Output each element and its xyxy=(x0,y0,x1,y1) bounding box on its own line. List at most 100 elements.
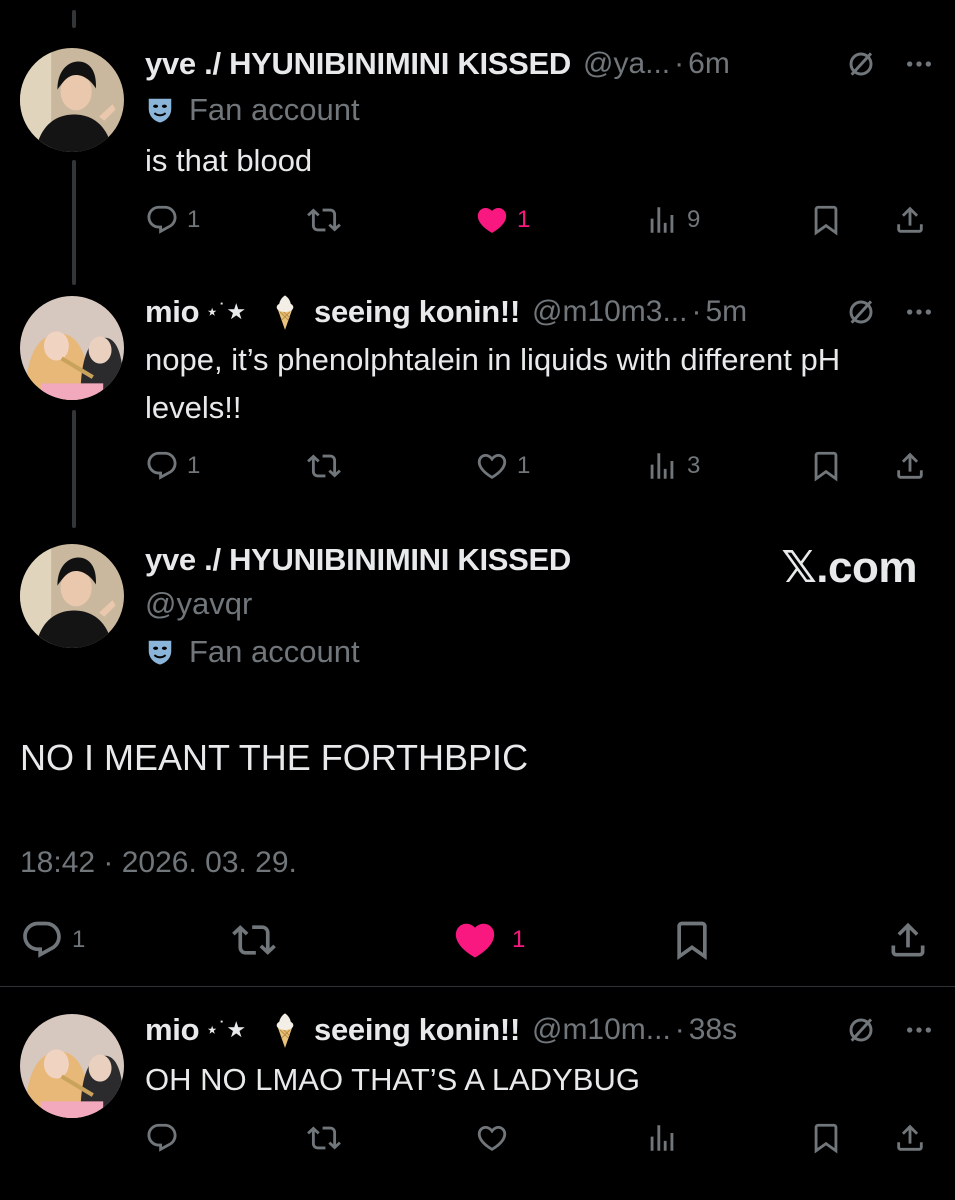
handle[interactable]: @yavqr xyxy=(145,586,252,622)
views-button[interactable]: 3 xyxy=(645,444,700,488)
display-name[interactable]: mio xyxy=(145,1012,200,1048)
views-icon xyxy=(645,203,679,237)
grok-icon[interactable] xyxy=(845,296,877,328)
separator: · xyxy=(674,47,685,80)
x-watermark: 𝕏.com xyxy=(781,543,917,592)
fan-account-label: Fan account xyxy=(145,92,360,128)
separator: · xyxy=(674,1013,685,1046)
share-icon xyxy=(893,449,927,483)
repost-icon xyxy=(307,1121,341,1155)
ice-cream-icon xyxy=(270,1011,300,1049)
more-icon[interactable] xyxy=(903,296,935,328)
share-icon xyxy=(886,918,930,962)
reply-icon xyxy=(20,918,64,962)
action-bar: 1 1 xyxy=(20,918,935,962)
bookmark-button[interactable] xyxy=(809,198,843,242)
main-post: yve ./ HYUNIBINIMINI KISSED @yavqr Fan a… xyxy=(0,540,955,985)
bookmark-icon xyxy=(809,449,843,483)
bookmark-button[interactable] xyxy=(670,918,714,962)
like-count: 1 xyxy=(517,206,531,233)
bookmark-icon xyxy=(670,918,714,962)
post-time[interactable]: 38s xyxy=(689,1013,737,1047)
handle[interactable]: @ya... xyxy=(583,47,670,81)
like-button[interactable] xyxy=(475,1116,509,1160)
fan-account-text: Fan account xyxy=(189,92,360,127)
heart-icon xyxy=(452,917,498,963)
post-header: yve ./ HYUNIBINIMINI KISSED xyxy=(145,540,571,580)
reply-post-3[interactable]: mio ⋆˙★ seeing konin!! @m10m... · 38s OH… xyxy=(0,1010,955,1190)
reply-button[interactable]: 1 xyxy=(20,918,85,962)
repost-button[interactable] xyxy=(307,198,341,242)
handle[interactable]: @m10m... xyxy=(532,1013,671,1047)
action-bar: 1 1 3 xyxy=(145,444,935,488)
like-count: 1 xyxy=(517,452,531,479)
post-time[interactable]: 5m xyxy=(705,295,747,329)
handle[interactable]: @m10m3... xyxy=(532,295,688,329)
like-button[interactable]: 1 xyxy=(452,918,525,962)
reply-count: 1 xyxy=(187,452,201,479)
ice-cream-icon xyxy=(270,293,300,331)
fan-account-label: Fan account xyxy=(145,634,360,670)
reply-count: 1 xyxy=(187,206,201,233)
post-header: yve ./ HYUNIBINIMINI KISSED @ya... · 6m xyxy=(145,44,935,84)
display-name[interactable]: yve ./ HYUNIBINIMINI KISSED xyxy=(145,46,571,82)
avatar[interactable] xyxy=(20,48,124,152)
reply-button[interactable]: 1 xyxy=(145,198,200,242)
display-name[interactable]: mio xyxy=(145,294,200,330)
grok-icon[interactable] xyxy=(845,1014,877,1046)
share-icon xyxy=(893,1121,927,1155)
repost-icon xyxy=(232,918,276,962)
repost-button[interactable] xyxy=(307,444,341,488)
reply-icon xyxy=(145,1121,179,1155)
grok-icon[interactable] xyxy=(845,48,877,80)
share-button[interactable] xyxy=(886,918,930,962)
share-icon xyxy=(893,203,927,237)
like-count: 1 xyxy=(512,926,526,953)
repost-icon xyxy=(307,449,341,483)
post-text: OH NO LMAO THAT’S A LADYBUG xyxy=(145,1062,640,1097)
post-time[interactable]: 6m xyxy=(688,47,730,81)
heart-icon xyxy=(475,1121,509,1155)
repost-button[interactable] xyxy=(307,1116,341,1160)
post-header: mio ⋆˙★ seeing konin!! @m10m... · 38s xyxy=(145,1010,935,1050)
like-button[interactable]: 1 xyxy=(475,444,530,488)
views-button[interactable]: 9 xyxy=(645,198,700,242)
reply-post-1[interactable]: yve ./ HYUNIBINIMINI KISSED @ya... · 6m … xyxy=(0,44,955,264)
avatar[interactable] xyxy=(20,1014,124,1118)
reply-post-2[interactable]: mio ⋆˙★ seeing konin!! @m10m3... · 5m no… xyxy=(0,292,955,517)
reply-button[interactable]: 1 xyxy=(145,444,200,488)
display-name-suffix[interactable]: seeing konin!! xyxy=(314,294,520,330)
views-icon xyxy=(645,1121,679,1155)
heart-icon xyxy=(475,449,509,483)
bookmark-button[interactable] xyxy=(809,1116,843,1160)
bookmark-button[interactable] xyxy=(809,444,843,488)
bookmark-icon xyxy=(809,1121,843,1155)
reply-button[interactable] xyxy=(145,1116,179,1160)
display-name[interactable]: yve ./ HYUNIBINIMINI KISSED xyxy=(145,542,571,578)
more-icon[interactable] xyxy=(903,48,935,80)
sparkle-emoji: ⋆˙★ xyxy=(205,299,247,324)
reply-count: 1 xyxy=(72,926,86,953)
divider xyxy=(0,986,955,987)
repost-button[interactable] xyxy=(232,918,276,962)
view-count: 9 xyxy=(687,206,701,233)
post-timestamp[interactable]: 18:42 · 2026. 03. 29. xyxy=(20,846,297,880)
views-icon xyxy=(645,449,679,483)
share-button[interactable] xyxy=(893,198,927,242)
reply-icon xyxy=(145,449,179,483)
heart-icon xyxy=(475,203,509,237)
like-button[interactable]: 1 xyxy=(475,198,530,242)
more-icon[interactable] xyxy=(903,1014,935,1046)
post-text: NO I MEANT THE FORTHBPIC xyxy=(20,737,529,778)
avatar[interactable] xyxy=(20,544,124,648)
post-header: mio ⋆˙★ seeing konin!! @m10m3... · 5m xyxy=(145,292,935,332)
avatar[interactable] xyxy=(20,296,124,400)
reply-icon xyxy=(145,203,179,237)
action-bar xyxy=(145,1116,935,1160)
separator: · xyxy=(691,295,702,328)
share-button[interactable] xyxy=(893,444,927,488)
post-text: is that blood xyxy=(145,143,313,178)
share-button[interactable] xyxy=(893,1116,927,1160)
display-name-suffix[interactable]: seeing konin!! xyxy=(314,1012,520,1048)
views-button[interactable] xyxy=(645,1116,679,1160)
